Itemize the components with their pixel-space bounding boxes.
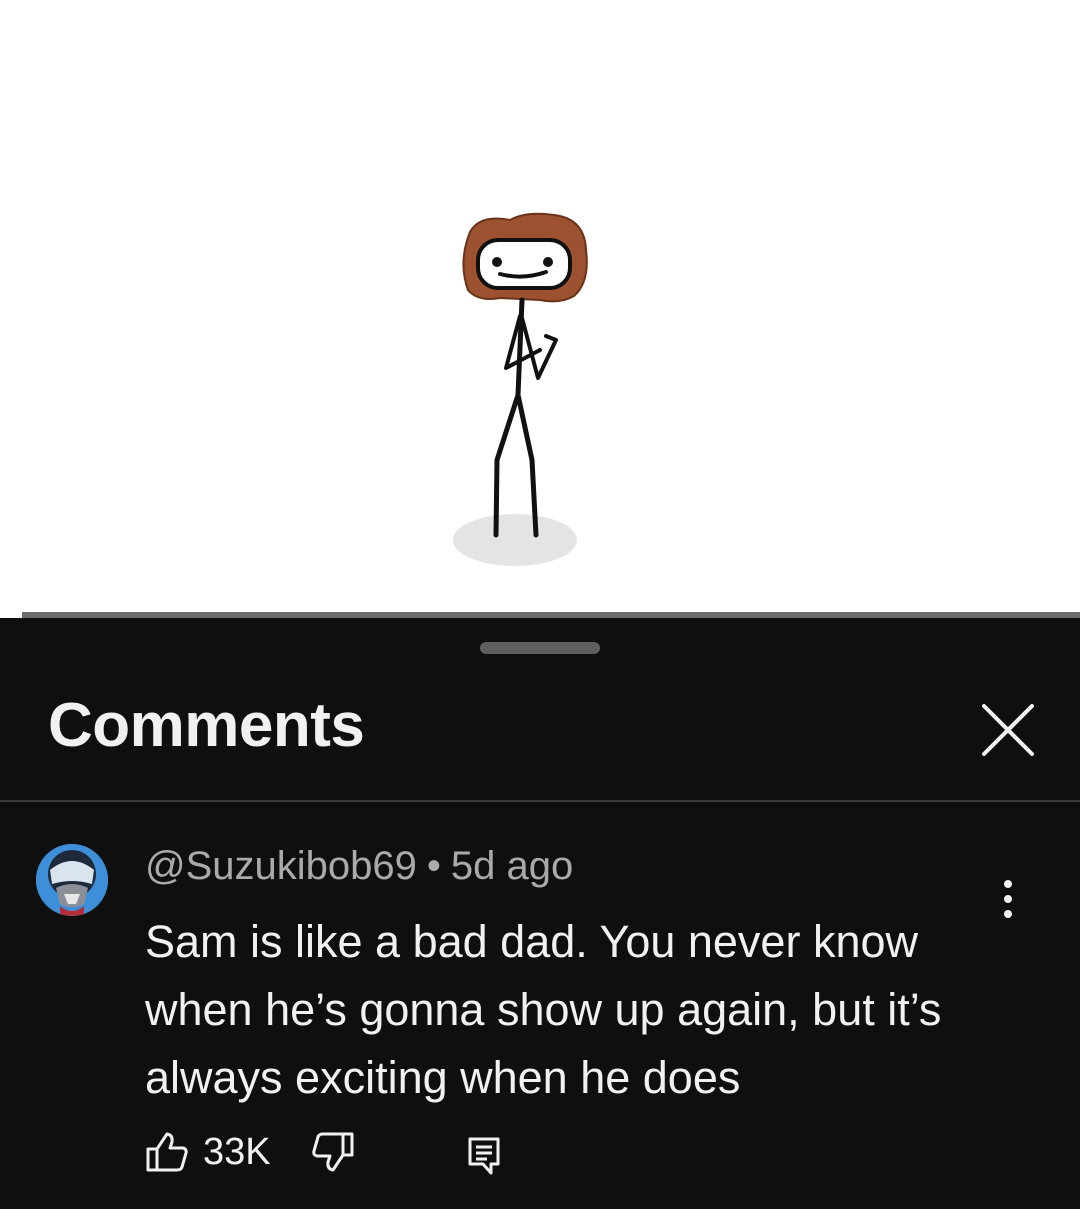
comment-actions: 33K [145, 1130, 1045, 1190]
comments-sheet: Comments @Suzukibob69 • 5d ago Sam is like [0, 618, 1080, 1209]
thumbs-up-icon [146, 1132, 188, 1172]
comment-text: Sam is like a bad dad. You never know wh… [145, 916, 942, 1103]
comments-title: Comments [48, 691, 365, 760]
meta-separator: • [426, 844, 441, 888]
reply-icon [468, 1137, 500, 1175]
drag-handle[interactable] [480, 642, 600, 654]
header-divider [0, 800, 1080, 802]
more-options-button[interactable] [988, 862, 1028, 936]
user-avatar-image [36, 844, 108, 916]
more-vert-icon [1004, 895, 1012, 903]
like-button[interactable]: 33K [145, 1130, 271, 1174]
comment-item: @Suzukibob69 • 5d ago Sam is like a bad da… [0, 838, 1080, 1209]
like-count: 33K [203, 1130, 271, 1173]
dislike-button[interactable] [311, 1130, 355, 1179]
reply-button[interactable] [467, 1136, 503, 1181]
comment-meta: @Suzukibob69 • 5d ago [145, 844, 573, 889]
close-button[interactable] [970, 692, 1046, 768]
stick-figure-illustration [453, 212, 588, 566]
more-vert-icon [1004, 910, 1012, 918]
close-icon [982, 704, 1034, 756]
avatar[interactable] [36, 844, 108, 916]
thumbs-down-icon [312, 1132, 354, 1172]
comment-time: 5d ago [450, 844, 574, 888]
video-player[interactable] [0, 0, 1080, 612]
comment-author[interactable]: @Suzukibob69 [145, 844, 417, 888]
more-vert-icon [1004, 880, 1012, 888]
